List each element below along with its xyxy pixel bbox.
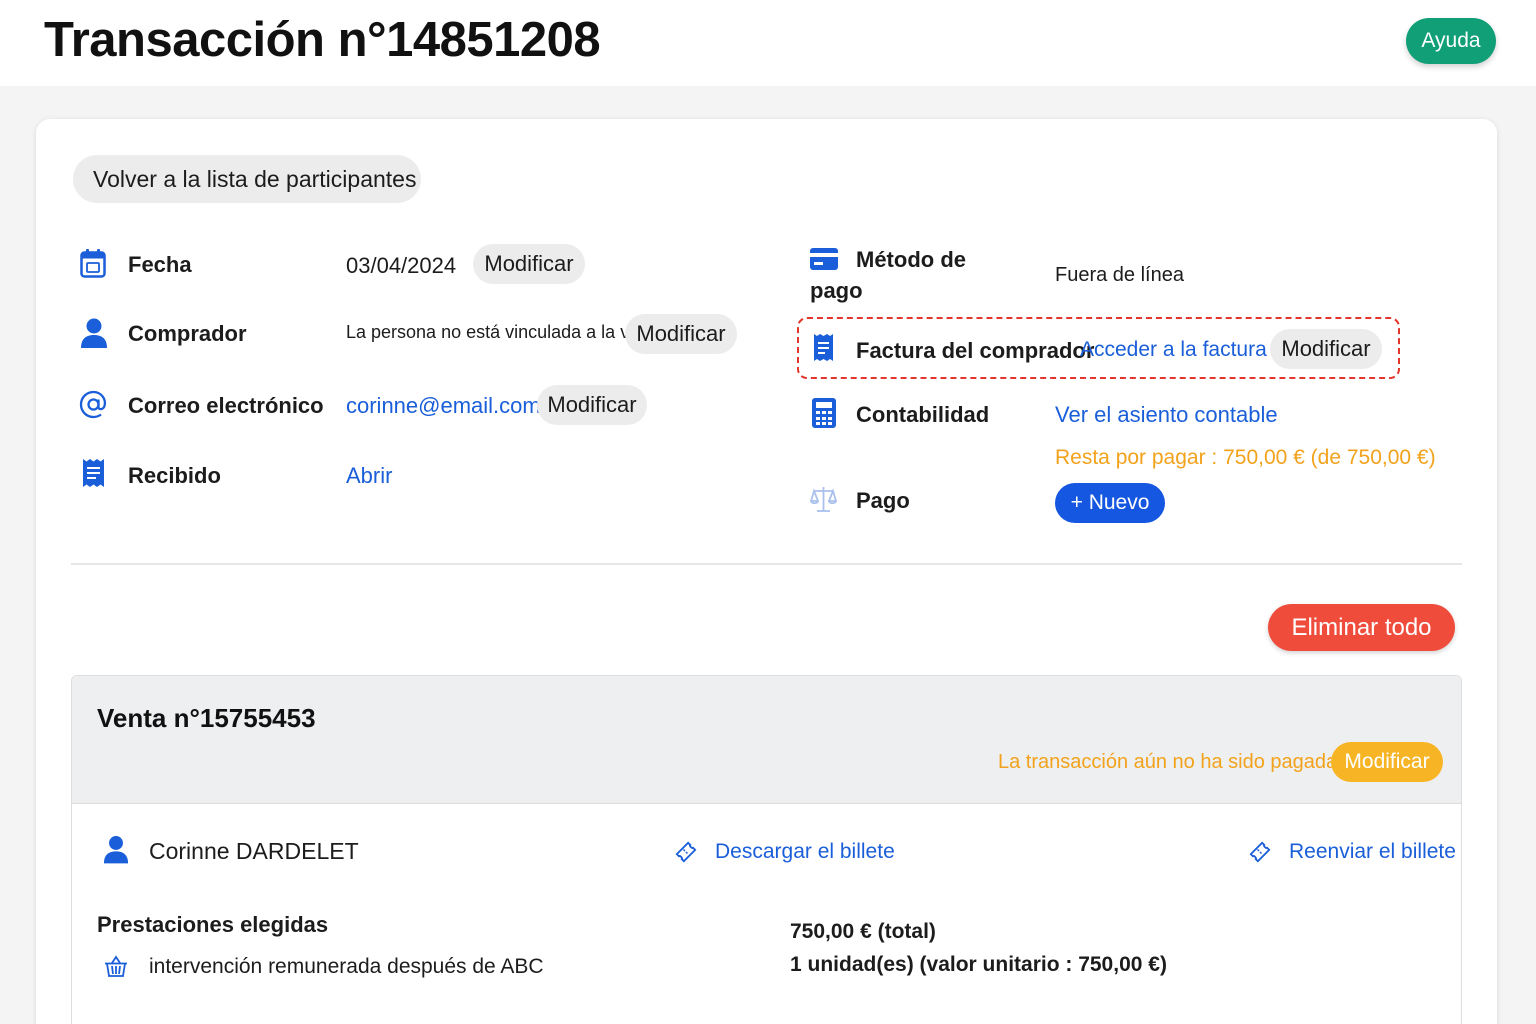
factura-label: Factura del comprador bbox=[856, 338, 1095, 363]
delete-all-button[interactable]: Eliminar todo bbox=[1268, 604, 1455, 651]
service-unit-value: 1 unidad(es) (valor unitario : 750,00 €) bbox=[790, 953, 1167, 976]
recibido-open-link[interactable]: Abrir bbox=[346, 463, 392, 489]
fecha-value: 03/04/2024 bbox=[346, 253, 457, 278]
comprador-label: Comprador bbox=[128, 321, 247, 346]
metodo-label-line2: pago bbox=[810, 278, 863, 303]
invoice-icon bbox=[814, 334, 833, 361]
sale-status-modify-button[interactable]: Modificar bbox=[1331, 742, 1443, 782]
scale-icon bbox=[810, 487, 837, 512]
pago-label: Pago bbox=[856, 488, 910, 513]
download-ticket-link[interactable]: Descargar el billete bbox=[715, 840, 895, 864]
help-button[interactable]: Ayuda bbox=[1406, 18, 1496, 64]
sale-status-text: La transacción aún no ha sido pagada. bbox=[998, 751, 1343, 773]
back-to-participants-button[interactable]: Volver a la lista de participantes bbox=[73, 155, 421, 203]
sale-panel-header bbox=[72, 676, 1461, 804]
service-total: 750,00 € (total) bbox=[790, 920, 936, 943]
ticket-resend-icon bbox=[1249, 841, 1271, 863]
at-icon bbox=[79, 390, 107, 419]
resend-ticket-link[interactable]: Reenviar el billete bbox=[1289, 840, 1456, 864]
metodo-label-line1: Método de bbox=[856, 247, 966, 272]
metodo-value: Fuera de línea bbox=[1055, 264, 1184, 286]
user-icon bbox=[81, 318, 107, 348]
factura-modify-button[interactable]: Modificar bbox=[1270, 329, 1382, 369]
calculator-icon bbox=[812, 398, 836, 428]
service-item-name: intervención remunerada después de ABC bbox=[149, 955, 544, 978]
contabilidad-link[interactable]: Ver el asiento contable bbox=[1055, 402, 1278, 428]
comprador-modify-button[interactable]: Modificar bbox=[625, 314, 737, 354]
credit-card-icon bbox=[810, 248, 838, 270]
section-divider bbox=[71, 563, 1462, 565]
correo-modify-button[interactable]: Modificar bbox=[537, 385, 647, 425]
correo-label: Correo electrónico bbox=[128, 393, 324, 418]
basket-icon bbox=[105, 955, 127, 977]
comprador-value: La persona no está vinculada a la venta bbox=[346, 322, 665, 342]
participant-name: Corinne DARDELET bbox=[149, 838, 359, 864]
remaining-amount-text: Resta por pagar : 750,00 € (de 750,00 €) bbox=[1055, 446, 1436, 469]
ticket-download-icon bbox=[675, 841, 697, 863]
correo-value-link[interactable]: corinne@email.com bbox=[346, 393, 541, 419]
fecha-label: Fecha bbox=[128, 252, 192, 277]
recibido-label: Recibido bbox=[128, 463, 221, 488]
calendar-icon bbox=[80, 249, 106, 278]
contabilidad-label: Contabilidad bbox=[856, 402, 990, 427]
participant-user-icon bbox=[103, 836, 129, 864]
fecha-modify-button[interactable]: Modificar bbox=[473, 244, 585, 284]
page-title: Transacción n°14851208 bbox=[44, 13, 601, 67]
sale-title: Venta n°15755453 bbox=[97, 703, 316, 733]
factura-access-link[interactable]: Acceder a la factura bbox=[1080, 338, 1267, 362]
new-payment-button[interactable]: + Nuevo bbox=[1055, 483, 1165, 523]
receipt-icon bbox=[83, 459, 104, 487]
chosen-services-title: Prestaciones elegidas bbox=[97, 912, 329, 937]
